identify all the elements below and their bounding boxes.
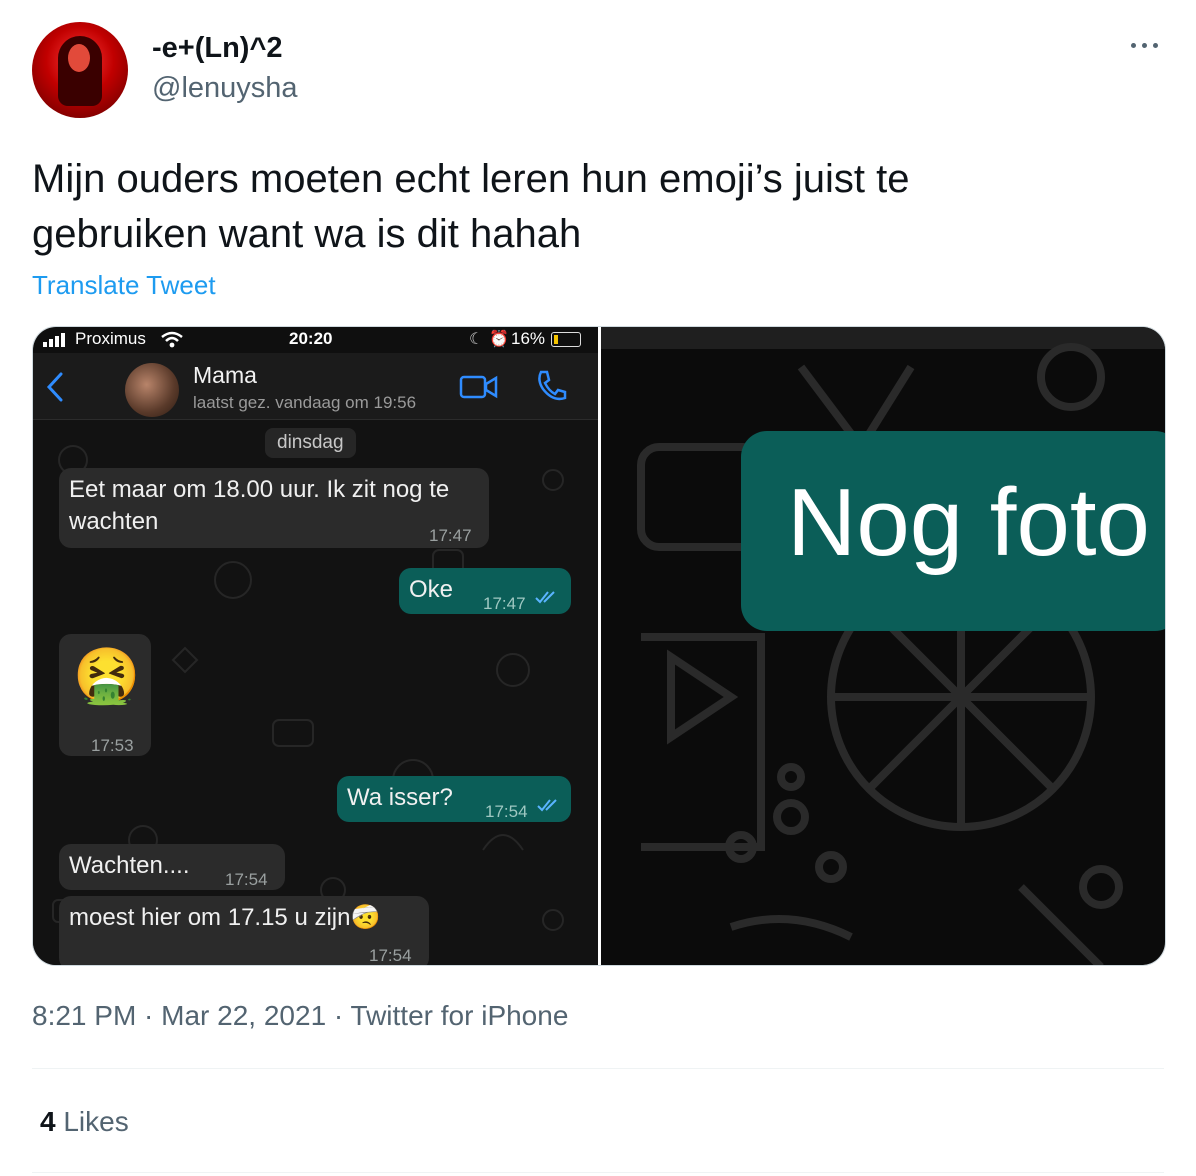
chat-header: Mama laatst gez. vandaag om 19:56 — [33, 353, 598, 420]
double-check-icon — [535, 591, 555, 604]
day-separator: dinsdag — [265, 428, 356, 458]
signal-icon — [43, 333, 65, 347]
message-time: 17:54 — [369, 946, 412, 965]
chat-area: dinsdag Eet maar om 18.00 uur. Ik zit no… — [33, 420, 598, 965]
user-handle[interactable]: @lenuysha — [152, 72, 298, 105]
phone-status-bar: Proximus 20:20 ☾ ⏰ 16% — [33, 327, 598, 353]
message-text: Wa isser? — [347, 784, 453, 811]
battery-percent: 16% — [511, 329, 546, 348]
likes-count[interactable]: 4 Likes — [40, 1106, 129, 1138]
media-image-whatsapp-screenshot[interactable]: Proximus 20:20 ☾ ⏰ 16% Mama laatst gez. … — [33, 327, 598, 965]
message-time: 17:54 — [485, 802, 528, 821]
message-text: Oke — [409, 576, 454, 603]
alarm-icon: ⏰ — [489, 331, 509, 348]
likes-label: Likes — [63, 1106, 129, 1137]
tweet-text-line: Mijn ouders moeten echt leren hun emoji’… — [32, 157, 910, 201]
avatar[interactable] — [32, 22, 128, 118]
message-time: 17:47 — [483, 594, 526, 613]
tweet-timestamp[interactable]: 8:21 PM · Mar 22, 2021 · Twitter for iPh… — [32, 1000, 568, 1032]
more-options-icon[interactable] — [1124, 30, 1164, 60]
phone-clock: 20:20 — [289, 329, 333, 348]
message-text: wachten — [69, 508, 159, 535]
tweet-text-line: gebruiken want wa is dit hahah — [32, 212, 582, 256]
moon-icon: ☾ — [469, 331, 484, 348]
tweet-media[interactable]: Proximus 20:20 ☾ ⏰ 16% Mama laatst gez. … — [32, 326, 1166, 966]
message-text: Eet maar om 18.00 uur. Ik zit nog te — [69, 476, 450, 503]
divider — [32, 1068, 1164, 1069]
contact-avatar[interactable] — [125, 363, 179, 417]
phone-call-icon[interactable] — [535, 369, 567, 403]
battery-icon — [551, 332, 581, 347]
message-bubble-incoming[interactable]: Eet maar om 18.00 uur. Ik zit nog te wac… — [59, 468, 489, 548]
message-bubble-incoming[interactable]: moest hier om 17.15 u zijn🤕 17:54 — [59, 896, 429, 965]
divider — [32, 1172, 1164, 1173]
translate-tweet-link[interactable]: Translate Tweet — [32, 270, 216, 301]
zoom-doodle-pattern — [601, 327, 1165, 965]
likes-number: 4 — [40, 1106, 56, 1137]
media-image-zoomed[interactable]: Nog foto — [601, 327, 1165, 965]
back-arrow-icon[interactable] — [45, 371, 65, 403]
zoomed-message-text: Nog foto — [787, 469, 1150, 576]
tweet-text: Mijn ouders moeten echt leren hun emoji’… — [32, 152, 1152, 262]
message-bubble-incoming[interactable]: Wachten.... 17:54 — [59, 844, 285, 890]
zoomed-message-bubble: Nog foto — [741, 431, 1165, 631]
wifi-icon — [161, 331, 183, 348]
carrier-label: Proximus — [75, 329, 146, 348]
last-seen: laatst gez. vandaag om 19:56 — [193, 393, 417, 412]
message-bubble-outgoing[interactable]: Wa isser? 17:54 — [337, 776, 571, 822]
message-time: 17:47 — [429, 526, 472, 545]
message-time: 17:53 — [91, 736, 134, 755]
display-name[interactable]: -e+(Ln)^2 — [152, 32, 283, 65]
contact-name[interactable]: Mama — [193, 362, 257, 389]
message-time: 17:54 — [225, 870, 268, 889]
video-call-icon[interactable] — [459, 373, 499, 401]
message-bubble-outgoing[interactable]: Oke 17:47 — [399, 568, 571, 614]
message-text: moest hier om 17.15 u zijn🤕 — [69, 904, 381, 931]
emoji-vomiting: 🤮 — [73, 646, 141, 706]
avatar-face — [68, 44, 90, 72]
message-bubble-incoming[interactable]: 🤮 17:53 — [59, 634, 151, 756]
double-check-icon — [537, 799, 557, 812]
message-text: Wachten.... — [69, 852, 190, 879]
